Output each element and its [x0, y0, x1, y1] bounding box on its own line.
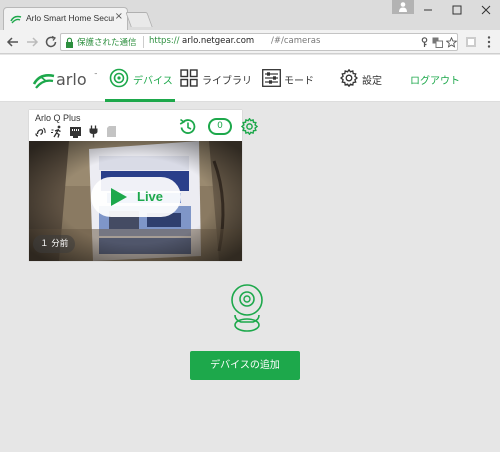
browser-tab[interactable]: Arlo Smart Home Securi ×	[3, 7, 128, 30]
profile-button[interactable]	[392, 0, 414, 14]
url-host: arlo.netgear.com	[182, 36, 255, 46]
camera-settings-icon[interactable]	[241, 118, 258, 135]
url-path: /#/cameras	[271, 36, 321, 46]
last-update-badge: １ 分前	[33, 235, 76, 253]
power-plug-icon	[89, 125, 98, 138]
settings-icon	[340, 69, 358, 87]
arlo-favicon-icon	[10, 15, 22, 24]
tab-title: Arlo Smart Home Securi	[26, 13, 114, 23]
nav-devices-label: デバイス	[133, 76, 173, 87]
secure-connection-label: 保護された通信	[77, 38, 137, 48]
camera-snapshot[interactable]: Live １ 分前	[29, 141, 242, 261]
app-header: arlo ™ デバイス ライブラリ モード 設定 ログアウト	[0, 55, 500, 102]
url-separator	[143, 36, 144, 48]
reload-icon[interactable]	[43, 34, 59, 50]
svg-text:arlo: arlo	[56, 70, 87, 89]
devices-icon	[109, 68, 129, 88]
nav-settings[interactable]: 設定	[340, 55, 390, 102]
key-icon[interactable]	[419, 37, 430, 48]
translate-icon[interactable]	[432, 37, 443, 48]
nav-devices[interactable]: デバイス	[105, 55, 175, 102]
history-icon[interactable]	[178, 117, 197, 136]
live-button[interactable]: Live	[91, 177, 181, 217]
nav-mode-label: モード	[284, 76, 314, 87]
nav-settings-label: 設定	[362, 76, 382, 87]
mode-icon	[262, 69, 281, 87]
url-scheme: https://	[149, 36, 180, 46]
nav-library-label: ライブラリ	[202, 76, 252, 87]
audio-icon	[35, 127, 46, 137]
ethernet-icon	[70, 127, 81, 138]
arlo-logo[interactable]: arlo ™	[32, 67, 102, 91]
sd-card-icon	[107, 126, 116, 137]
live-label: Live	[137, 189, 164, 204]
browser-menu-icon[interactable]	[485, 35, 493, 49]
new-tab-button[interactable]	[125, 12, 153, 27]
browser-toolbar: 保護された通信 https:// arlo.netgear.com /#/cam…	[0, 30, 500, 54]
svg-text:™: ™	[94, 72, 98, 77]
forward-arrow-icon[interactable]	[24, 34, 40, 50]
browser-titlebar: Arlo Smart Home Securi ×	[0, 0, 500, 30]
clip-count-badge[interactable]: 0	[208, 118, 232, 135]
library-icon	[180, 69, 198, 87]
nav-library[interactable]: ライブラリ	[178, 55, 252, 102]
camera-name[interactable]: Arlo Q Plus	[35, 113, 81, 123]
address-bar[interactable]: 保護された通信 https:// arlo.netgear.com /#/cam…	[60, 33, 458, 51]
back-arrow-icon[interactable]	[5, 34, 21, 50]
close-window-icon[interactable]	[472, 2, 500, 18]
maximize-icon[interactable]	[443, 2, 471, 18]
extension-icon[interactable]	[465, 36, 477, 48]
add-device-button[interactable]: デバイスの追加	[190, 351, 300, 380]
lock-icon	[66, 37, 73, 48]
logout-link[interactable]: ログアウト	[410, 72, 460, 87]
camera-placeholder-icon	[231, 284, 263, 332]
motion-icon	[51, 125, 61, 138]
bookmark-star-icon[interactable]	[446, 37, 457, 48]
person-icon	[399, 2, 407, 12]
nav-mode[interactable]: モード	[260, 55, 320, 102]
tab-close-icon[interactable]: ×	[115, 11, 123, 22]
camera-card: Arlo Q Plus 0 Live １ 分前	[29, 110, 258, 261]
play-icon	[111, 188, 127, 206]
active-tab-indicator	[105, 99, 175, 102]
minimize-icon[interactable]	[414, 2, 442, 18]
